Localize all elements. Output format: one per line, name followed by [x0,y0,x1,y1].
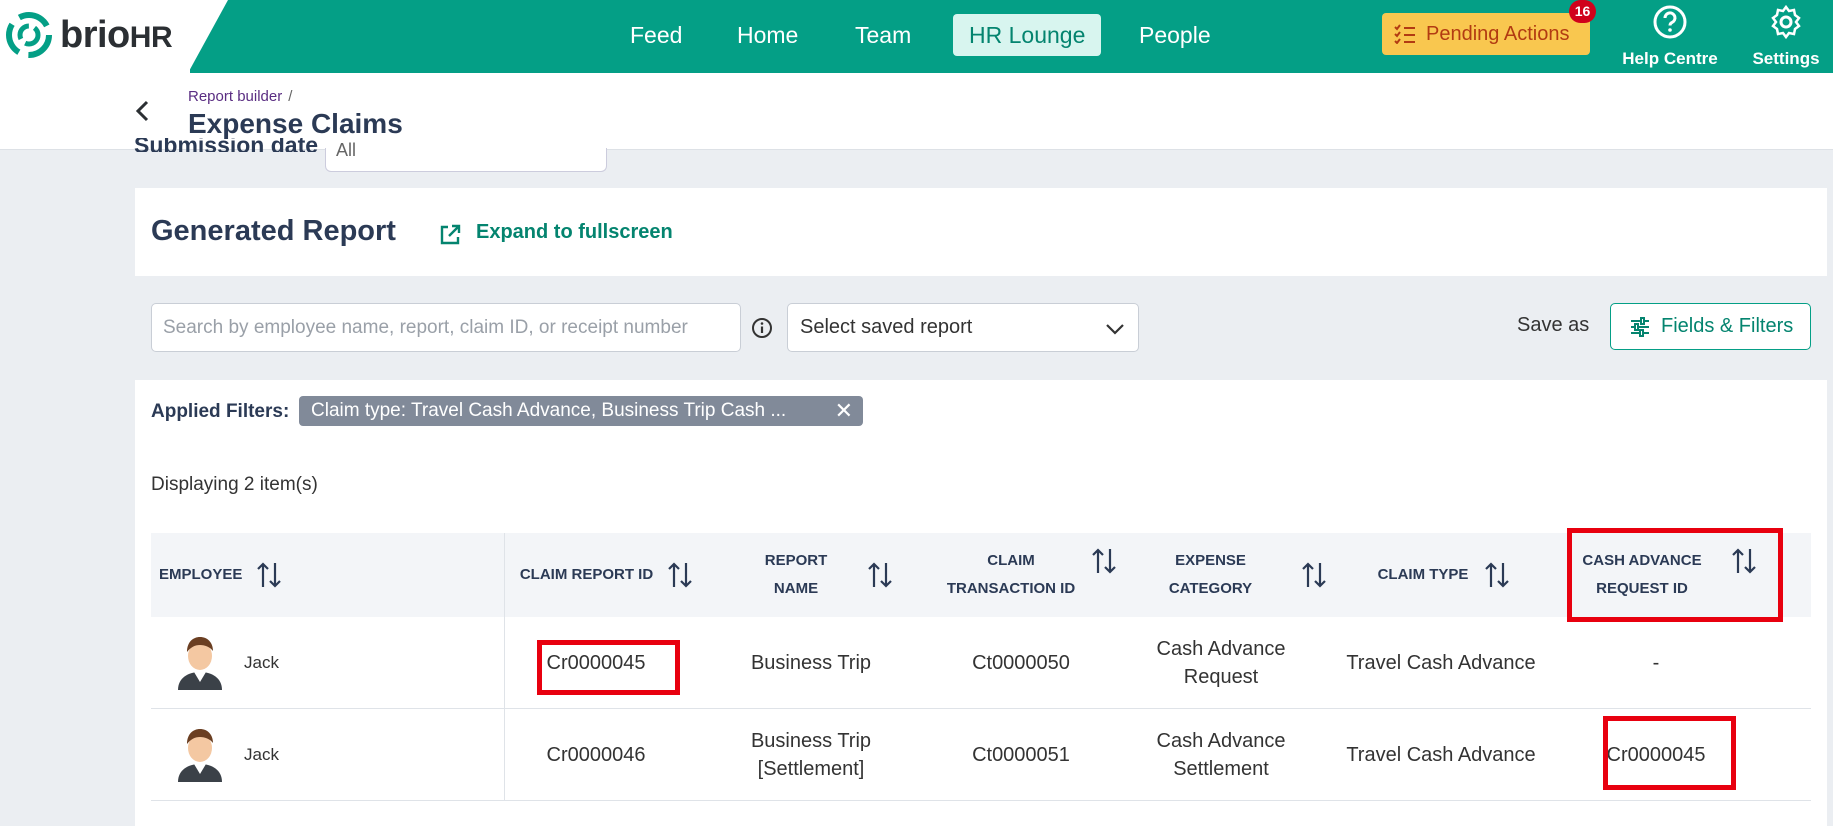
breadcrumb-separator: / [288,88,293,105]
fields-filters-button[interactable]: Fields & Filters [1610,303,1811,350]
applied-filter-text: Claim type: Travel Cash Advance, Busines… [311,400,787,421]
save-as-button[interactable]: Save as [1517,314,1589,337]
header-report-name: REPORT NAME [764,552,828,597]
breadcrumb-report-builder[interactable]: Report builder [188,88,282,105]
employee-name: Jack [244,745,279,764]
saved-report-select[interactable]: Select saved report [787,303,1139,352]
logo-slant [188,0,228,73]
column-divider [504,709,505,801]
nav-hr-lounge[interactable]: HR Lounge [953,14,1102,56]
expense-category-cell: Cash Advance Request [1156,638,1286,688]
expense-category-cell: Cash Advance Settlement [1156,730,1286,780]
search-input[interactable] [151,303,741,352]
sort-icon[interactable] [1484,561,1510,589]
nav-team[interactable]: Team [839,14,927,56]
claim-type-cell: Travel Cash Advance [1346,652,1536,674]
highlight-box-claim-report-id [537,640,680,695]
settings-button[interactable]: Settings [1746,4,1826,69]
back-chevron-icon[interactable] [132,97,154,125]
gear-icon [1771,4,1801,40]
avatar [178,637,222,690]
page-title: Expense Claims [188,108,403,139]
header-claim-report-id: CLAIM REPORT ID [519,566,654,583]
breadcrumb: Report builder / [188,88,292,105]
header-employee: EMPLOYEE [159,566,243,583]
info-icon[interactable] [751,317,773,339]
submission-date-label: Submission date [134,138,319,152]
logo-wordmark[interactable]: brioHR [60,14,173,57]
employee-name: Jack [244,653,279,672]
saved-report-placeholder: Select saved report [800,316,973,338]
applied-filter-chip: Claim type: Travel Cash Advance, Busines… [299,396,863,426]
settings-label: Settings [1752,49,1820,68]
nav-people[interactable]: People [1123,14,1227,56]
table-header: EMPLOYEE CLAIM REPORT ID REPORT NAME CLA… [151,533,1811,617]
close-icon[interactable]: ✕ [835,396,853,426]
generated-report-card: Generated Report Expand to fullscreen Se… [135,188,1827,826]
table-row[interactable]: Jack Cr0000045 Business Trip Ct0000050 C… [151,617,1811,709]
submission-date-select[interactable]: All [325,140,607,172]
help-icon [1653,5,1687,39]
pending-actions-label: Pending Actions [1426,23,1570,45]
report-name-cell: Business Trip [750,652,872,674]
nav-feed[interactable]: Feed [614,14,698,56]
pending-actions-button[interactable]: Pending Actions [1382,13,1590,55]
sort-icon[interactable] [867,561,893,589]
submission-date-value: All [336,140,357,160]
sort-icon[interactable] [256,561,282,589]
table-row[interactable]: Jack Cr0000046 Business Trip [Settlement]… [151,709,1811,801]
generated-report-title: Generated Report [151,215,396,247]
header-expense-category: EXPENSE CATEGORY [1168,552,1253,597]
column-divider [504,617,505,709]
displaying-count: Displaying 2 item(s) [151,474,318,495]
claim-type-cell: Travel Cash Advance [1346,744,1536,766]
avatar [178,729,222,782]
help-centre-button[interactable]: Help Centre [1622,4,1718,69]
brio-logo-icon[interactable] [6,12,52,58]
sliders-icon [1631,317,1649,337]
expand-fullscreen-link[interactable]: Expand to fullscreen [438,221,673,245]
header-claim-type: CLAIM TYPE [1377,566,1469,583]
highlight-box-cash-advance-header [1567,528,1783,622]
claim-report-id-cell[interactable]: Cr0000046 [521,709,671,801]
report-name-cell: Business Trip [Settlement] [750,730,872,780]
applied-filters-label: Applied Filters: [151,401,290,422]
cash-advance-request-id-cell: - [1652,652,1660,674]
chevron-down-icon [1106,324,1124,335]
help-centre-label: Help Centre [1622,49,1718,68]
header-claim-transaction-id: CLAIM TRANSACTION ID [946,552,1076,597]
top-navigation-bar: brioHR Feed Home Team HR Lounge People P… [0,0,1833,73]
sort-icon[interactable] [667,561,693,589]
sort-icon[interactable] [1301,561,1327,589]
column-divider [504,533,505,617]
claim-transaction-id-cell: Ct0000050 [972,652,1070,674]
nav-home[interactable]: Home [721,14,814,56]
pending-count-badge: 16 [1569,0,1596,23]
sort-icon[interactable] [1091,547,1117,575]
checklist-icon [1394,24,1415,44]
report-toolbar: Select saved report Save as Fields & Fil… [135,276,1827,380]
external-link-icon [440,224,461,245]
highlight-box-cash-advance-value [1603,716,1736,790]
claim-transaction-id-cell: Ct0000051 [972,744,1070,766]
